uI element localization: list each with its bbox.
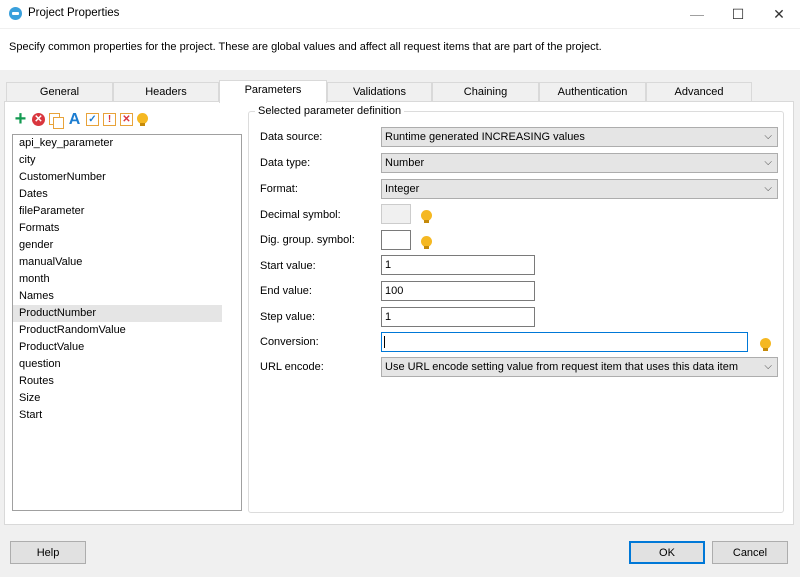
list-item[interactable]: ProductValue [13,339,222,356]
list-item[interactable]: Dates [13,186,222,203]
step-value-field[interactable]: 1 [381,307,535,327]
dialog-footer: Help OK Cancel [0,532,800,577]
data-source-select[interactable]: Runtime generated INCREASING values ⌵ [381,127,778,147]
delete-icon[interactable]: ✕ [32,113,45,126]
window-title: Project Properties [28,7,120,19]
list-item[interactable]: gender [13,237,222,254]
list-item[interactable]: month [13,271,222,288]
format-label: Format: [260,183,298,195]
conversion-label: Conversion: [260,336,319,348]
start-value-label: Start value: [260,260,316,272]
list-item[interactable]: Start [13,407,222,424]
list-item[interactable]: Formats [13,220,222,237]
decimal-symbol-field[interactable] [381,204,411,224]
url-encode-value: Use URL encode setting value from reques… [385,361,738,373]
data-source-label: Data source: [260,131,323,143]
chevron-down-icon: ⌵ [764,131,772,142]
chevron-down-icon: ⌵ [764,157,772,168]
rename-icon[interactable]: A [67,111,82,128]
maximize-button[interactable]: ☐ [717,0,759,28]
help-button[interactable]: Help [10,541,86,564]
ok-button[interactable]: OK [629,541,705,564]
step-value-label: Step value: [260,311,316,323]
list-item[interactable]: city [13,152,222,169]
parameters-panel: + ✕ A ✓ ! ✕ api_key_parameter city Custo… [4,101,794,525]
tab-authentication[interactable]: Authentication [539,82,646,102]
remove-icon[interactable]: ✕ [120,113,133,126]
group-title: Selected parameter definition [255,105,405,117]
conversion-field[interactable] [381,332,748,352]
url-encode-label: URL encode: [260,361,324,373]
chevron-down-icon: ⌵ [764,361,772,372]
description-text: Specify common properties for the projec… [9,41,602,53]
lightbulb-icon[interactable] [760,338,771,352]
close-button[interactable]: ✕ [758,0,800,28]
data-source-value: Runtime generated INCREASING values [385,131,585,143]
decimal-symbol-label: Decimal symbol: [260,209,341,221]
check-icon[interactable]: ✓ [86,113,99,126]
text-caret [384,336,385,348]
parameter-definition-group: Selected parameter definition Data sourc… [248,105,784,513]
list-item[interactable]: Names [13,288,222,305]
lightbulb-icon[interactable] [421,236,432,250]
minimize-button[interactable]: — [676,0,718,28]
parameters-toolbar: + ✕ A ✓ ! ✕ [13,109,148,129]
tab-validations[interactable]: Validations [327,82,432,102]
dig-group-symbol-field[interactable] [381,230,411,250]
data-type-select[interactable]: Number ⌵ [381,153,778,173]
data-type-label: Data type: [260,157,311,169]
app-icon [9,7,22,20]
chevron-down-icon: ⌵ [764,183,772,194]
list-item[interactable]: ProductRandomValue [13,322,222,339]
parameter-list[interactable]: api_key_parameter city CustomerNumber Da… [12,134,242,511]
title-bar: Project Properties — ☐ ✕ [0,0,800,28]
end-value-field[interactable]: 100 [381,281,535,301]
dig-group-symbol-label: Dig. group. symbol: [260,234,355,246]
copy-icon[interactable] [49,112,64,129]
tab-strip: General Headers Parameters Validations C… [6,80,752,103]
dialog-body: General Headers Parameters Validations C… [0,70,800,532]
description-area: Specify common properties for the projec… [0,28,800,70]
warning-icon[interactable]: ! [103,113,116,126]
tab-advanced[interactable]: Advanced [646,82,752,102]
tab-parameters[interactable]: Parameters [219,80,327,103]
add-icon[interactable]: + [13,109,28,129]
list-item[interactable]: Routes [13,373,222,390]
tab-headers[interactable]: Headers [113,82,219,102]
tab-chaining[interactable]: Chaining [432,82,539,102]
list-item[interactable]: api_key_parameter [13,135,222,152]
tab-general[interactable]: General [6,82,113,102]
list-item[interactable]: question [13,356,222,373]
data-type-value: Number [385,157,425,169]
list-item[interactable]: fileParameter [13,203,222,220]
list-item[interactable]: manualValue [13,254,222,271]
format-select[interactable]: Integer ⌵ [381,179,778,199]
url-encode-select[interactable]: Use URL encode setting value from reques… [381,357,778,377]
list-item[interactable]: CustomerNumber [13,169,222,186]
start-value-field[interactable]: 1 [381,255,535,275]
list-item[interactable]: Size [13,390,222,407]
end-value-label: End value: [260,285,312,297]
format-value: Integer [385,183,420,195]
lightbulb-icon[interactable] [421,210,432,224]
cancel-button[interactable]: Cancel [712,541,788,564]
list-item-selected[interactable]: ProductNumber [13,305,222,322]
hint-icon[interactable] [137,112,148,127]
